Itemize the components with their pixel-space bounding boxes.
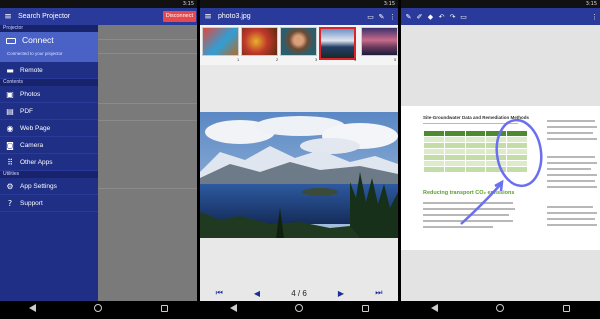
back-icon[interactable] [23, 304, 43, 316]
menu-item-web-page[interactable]: ◉ Web Page [0, 120, 98, 137]
last-page-icon[interactable]: ⏭ [375, 288, 382, 298]
disconnect-button[interactable]: Disconnect [162, 11, 196, 22]
menu-item-label: Other Apps [20, 158, 53, 166]
divider-line [98, 103, 197, 104]
undo-icon[interactable]: ↶ [436, 13, 447, 21]
hamburger-menu-icon[interactable]: ≡ [200, 12, 216, 22]
eraser-icon[interactable]: ◆ [425, 13, 436, 21]
remote-icon: ▬ [6, 65, 14, 75]
menu-item-label: Remote [20, 66, 43, 74]
back-icon[interactable] [424, 304, 444, 316]
projector-menu-screen: 3:15 Projector Connect Connected to your… [0, 0, 197, 319]
thumbnail[interactable] [280, 27, 317, 56]
home-icon[interactable] [289, 304, 309, 316]
cast-screen-icon[interactable]: ▭ [458, 13, 469, 21]
home-icon[interactable] [88, 304, 108, 316]
cast-screen-icon[interactable]: ▭ [365, 13, 376, 21]
divider-line [98, 53, 197, 54]
camera-icon: ◙ [6, 140, 14, 150]
highlighter-icon[interactable]: ✐ [414, 13, 425, 21]
page-indicator: 4 / 6 [291, 288, 307, 298]
menu-item-photos[interactable]: ▣ Photos [0, 86, 98, 103]
divider-line [98, 39, 197, 40]
divider-line [98, 188, 197, 189]
home-icon[interactable] [490, 304, 510, 316]
status-time: 3:15 [383, 1, 395, 7]
section-header-utilities: Utilities [0, 171, 98, 178]
overflow-menu-icon[interactable]: ⋮ [387, 13, 398, 21]
menu-item-camera[interactable]: ◙ Camera [0, 137, 98, 154]
recents-icon[interactable] [557, 304, 577, 316]
screenshot-triptych: 3:15 Projector Connect Connected to your… [0, 0, 600, 319]
connect-status: Connected to your projector [7, 51, 63, 56]
recents-icon[interactable] [355, 304, 375, 316]
thumbnail-number: 2 [276, 57, 279, 62]
redo-icon[interactable]: ↷ [447, 13, 458, 21]
thumbnail-number: 1 [237, 57, 240, 62]
annotation-screen: 3:15 ✎ ✐ ◆ ↶ ↷ ▭ ⋮ Site-Groundwater Data… [401, 0, 600, 319]
thumbnail-selected[interactable] [319, 27, 356, 60]
gear-icon: ⚙ [6, 181, 14, 191]
menu-item-label: Photos [20, 90, 41, 98]
menu-item-label: Support [20, 199, 43, 207]
connect-button[interactable]: Connect Connected to your projector [0, 32, 98, 62]
status-time: 3:15 [585, 1, 597, 7]
thumbnail-strip: 1 2 3 4 5 [200, 25, 398, 65]
system-nav-bar [0, 301, 197, 319]
navigation-drawer: Projector Connect Connected to your proj… [0, 8, 98, 301]
previous-page-icon[interactable]: ◀ [254, 289, 260, 298]
thumbnail[interactable] [241, 27, 278, 56]
section-header-contents: Contents [0, 79, 98, 86]
thumbnail-number: 5 [394, 57, 397, 62]
recents-icon[interactable] [154, 304, 174, 316]
overflow-menu-icon[interactable]: ⋮ [589, 13, 600, 21]
thumbnail-number: 4 [354, 57, 357, 62]
pen-icon[interactable]: ✎ [376, 13, 387, 21]
help-icon: ? [7, 198, 13, 208]
connect-label: Connect [22, 35, 54, 45]
section-header-projector: Projector [0, 25, 98, 32]
status-time: 3:15 [182, 1, 194, 7]
menu-item-other-apps[interactable]: ⠿ Other Apps [0, 154, 98, 171]
pdf-icon: ▤ [6, 106, 14, 116]
projector-icon [6, 38, 16, 44]
hamburger-menu-icon[interactable]: ≡ [0, 12, 16, 22]
menu-item-label: PDF [20, 107, 33, 115]
menu-item-label: Web Page [20, 124, 51, 132]
lake-landscape-photo [200, 112, 398, 238]
thumbnail[interactable] [361, 27, 398, 56]
drawing-toolbar: ✎ ✐ ◆ ↶ ↷ ▭ ⋮ [401, 8, 600, 25]
first-page-icon[interactable]: ⏮ [216, 288, 223, 298]
menu-item-remote[interactable]: ▬ Remote [0, 62, 98, 79]
pen-icon[interactable]: ✎ [403, 13, 414, 21]
main-photo[interactable] [200, 112, 398, 238]
app-toolbar: ≡ Search Projector Disconnect [0, 8, 197, 25]
photo-icon: ▣ [6, 89, 14, 99]
status-bar: 3:15 [0, 0, 197, 8]
dimmed-content-area[interactable] [98, 8, 197, 301]
globe-icon: ◉ [6, 123, 14, 133]
apps-icon: ⠿ [7, 157, 13, 167]
back-icon[interactable] [223, 304, 243, 316]
divider-line [98, 120, 197, 121]
system-nav-bar [401, 301, 600, 319]
photo-viewer-screen: 3:15 ≡ photo3.jpg ▭ ✎ ⋮ 1 2 3 4 5 ⏮ ◀ 4 … [200, 0, 398, 319]
toolbar-title: photo3.jpg [218, 13, 251, 20]
next-page-icon[interactable]: ▶ [338, 289, 344, 298]
menu-item-pdf[interactable]: ▤ PDF [0, 103, 98, 120]
system-nav-bar [200, 301, 398, 319]
thumbnail-number: 3 [315, 57, 318, 62]
document-page[interactable]: Site-Groundwater Data and Remediation Me… [401, 106, 600, 250]
pager-bar: ⏮ ◀ 4 / 6 ▶ ⏭ [200, 285, 398, 301]
app-toolbar: ≡ photo3.jpg ▭ ✎ ⋮ [200, 8, 398, 25]
menu-item-support[interactable]: ? Support [0, 195, 98, 212]
menu-item-app-settings[interactable]: ⚙ App Settings [0, 178, 98, 195]
menu-item-label: Camera [20, 141, 44, 149]
status-bar: 3:15 [401, 0, 600, 8]
menu-item-label: App Settings [20, 182, 57, 190]
status-bar: 3:15 [200, 0, 398, 8]
pen-annotation [460, 118, 543, 225]
thumbnail[interactable] [202, 27, 239, 56]
